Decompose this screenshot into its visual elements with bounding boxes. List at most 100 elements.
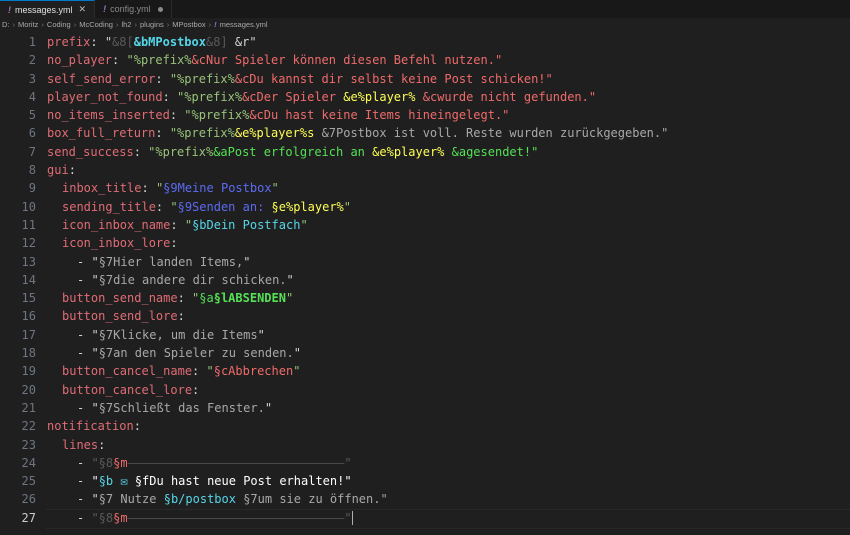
tab-label: messages.yml [15,4,73,15]
code-token: " [91,327,99,342]
line-number: 27 [21,510,36,525]
code-text: lines: [47,436,105,454]
code-line[interactable]: 21 - "§7Schließt das Fenster." [0,399,850,417]
code-line[interactable]: 14 - "§7die andere dir schicken." [0,271,850,289]
code-line[interactable]: 20 button_cancel_lore: [0,381,850,399]
code-token: " [286,272,294,287]
code-text: no_items_inserted: "%prefix%&cDu hast ke… [47,106,509,124]
current-line-highlight [46,508,850,530]
code-line[interactable]: 1 prefix: "&8[&bMPostbox&8] &r" [0,33,850,51]
code-editor[interactable]: 1 prefix: "&8[&bMPostbox&8] &r" 2 no_player… [0,31,850,530]
code-token: &cDer Spieler [242,89,344,104]
breadcrumb-item[interactable]: messages.yml [220,20,268,29]
tab-config-yml[interactable]: ! config.yml [95,0,172,18]
line-number: 1 [28,35,36,49]
yaml-file-icon: ! [214,20,217,29]
line-number: 10 [21,199,36,214]
breadcrumb-separator-icon: › [115,20,119,29]
code-token: prefix [47,35,91,49]
code-text: - "§8§m " [47,454,352,472]
code-text: button_send_name: "§a§lABSENDEN" [47,289,293,307]
code-token: " [170,199,178,214]
code-token: §7 Nutze [98,492,164,507]
code-line[interactable]: 11 icon_inbox_name: "§bDein Postfach" [0,216,850,234]
yaml-file-icon: ! [8,4,11,15]
breadcrumb-item[interactable]: lh2 [121,20,131,29]
line-number: 17 [21,327,36,342]
line-number: 25 [21,474,36,489]
code-token: - [77,455,92,470]
code-line[interactable]: 13 - "§7Hier landen Items," [0,253,850,271]
line-number: 16 [21,309,36,324]
code-token: send_success [47,144,134,159]
breadcrumb-item[interactable]: plugins [140,20,164,29]
code-token: &8] [205,35,228,49]
breadcrumb-item[interactable]: MPostbox [172,20,205,29]
code-token: ✉ [120,474,128,489]
code-token: player_not_found [47,89,163,104]
code-line[interactable]: 26 - "§7 Nutze §b/postbox §7um sie zu öff… [0,490,850,508]
code-token: " [91,254,99,269]
breadcrumb-item[interactable]: D: [2,20,10,29]
code-line[interactable]: 18 - "§7an den Spieler zu senden." [0,344,850,362]
code-line[interactable]: 24 - "§8§m " [0,454,850,472]
code-token: §b/postbox [163,492,244,507]
code-token: : [141,181,156,196]
code-token: &e%player%s [234,126,322,141]
code-token: §e%player% [271,199,344,214]
code-line[interactable]: 25 - "§b ✉ §fDu hast neue Post erhalten!" [0,472,850,490]
code-line[interactable]: 9 inbox_title: "§9Meine Postbox" [0,179,850,197]
code-text: button_send_lore: [47,307,185,325]
breadcrumb-item[interactable]: McCoding [79,20,113,29]
code-line[interactable]: 22 notification: [0,417,850,435]
code-line[interactable]: 19 button_cancel_name: "§cAbbrechen" [0,362,850,380]
code-line[interactable]: 8 gui: [0,161,850,179]
code-line[interactable]: 15 button_send_name: "§a§lABSENDEN" [0,289,850,307]
code-token: inbox_title [62,181,142,196]
breadcrumb-item[interactable]: Moritz [18,20,38,29]
code-token: §a [199,291,214,306]
tab-messages-yml[interactable]: ! messages.yml ✕ [0,0,96,18]
code-line[interactable]: 3 self_send_error: "%prefix%&cDu kannst d… [0,70,850,88]
breadcrumb-item[interactable]: Coding [47,20,71,29]
code-token: button_cancel_name [62,364,193,379]
line-number: 14 [21,272,36,287]
code-line[interactable]: 7 send_success: "%prefix%&aPost erfolgrei… [0,143,850,161]
tab-label: config.yml [110,4,151,14]
code-token: " [293,346,301,361]
code-text: send_success: "%prefix%&aPost erfolgreic… [47,143,538,161]
code-line[interactable]: 23 lines: [0,436,850,454]
close-icon[interactable]: ✕ [79,4,87,15]
code-text: player_not_found: "%prefix%&cDer Spieler… [47,88,596,106]
code-token: : [162,89,178,104]
code-token: §7Klicke, um die Items [98,327,258,342]
unsaved-dot-icon[interactable] [157,6,163,12]
line-number: 24 [21,455,36,470]
breadcrumb-separator-icon: › [73,20,77,29]
code-line[interactable]: 6 box_full_return: "%prefix%&e%player%s &… [0,124,850,142]
code-line[interactable]: 5 no_items_inserted: "%prefix%&cDu hast k… [0,106,850,124]
code-text: - "§7Hier landen Items," [47,253,250,271]
code-token: - [77,474,92,489]
line-number: 15 [21,291,36,306]
code-token: - [77,492,92,507]
code-line[interactable]: 2 no_player: "%prefix%&cNur Spieler könne… [0,51,850,69]
code-token: §fDu hast neue Post erhalten!" [127,474,352,489]
line-number: 18 [21,346,36,361]
line-number: 11 [21,217,36,232]
code-line[interactable]: 12 icon_inbox_lore: [0,234,850,252]
code-line[interactable]: 16 button_send_lore: [0,307,850,325]
code-token: §7Schließt das Fenster. [98,400,265,415]
line-number: 20 [21,382,36,397]
code-line[interactable]: 4 player_not_found: "%prefix%&cDer Spiele… [0,88,850,106]
code-text: icon_inbox_lore: [47,234,178,252]
code-line[interactable]: 10 sending_title: "§9Senden an: §e%player… [0,198,850,216]
code-token: " [243,254,251,269]
code-token: button_cancel_lore [62,382,193,397]
code-token: §7um sie zu öffnen." [243,492,388,507]
code-token: &e%player% [372,144,452,159]
breadcrumb-separator-icon: › [41,20,44,29]
code-line[interactable]: 17 - "§7Klicke, um die Items" [0,326,850,344]
code-token: &cNur Spieler können diesen Befehl nutze… [191,53,503,68]
code-token: §9Senden an: [177,199,272,214]
